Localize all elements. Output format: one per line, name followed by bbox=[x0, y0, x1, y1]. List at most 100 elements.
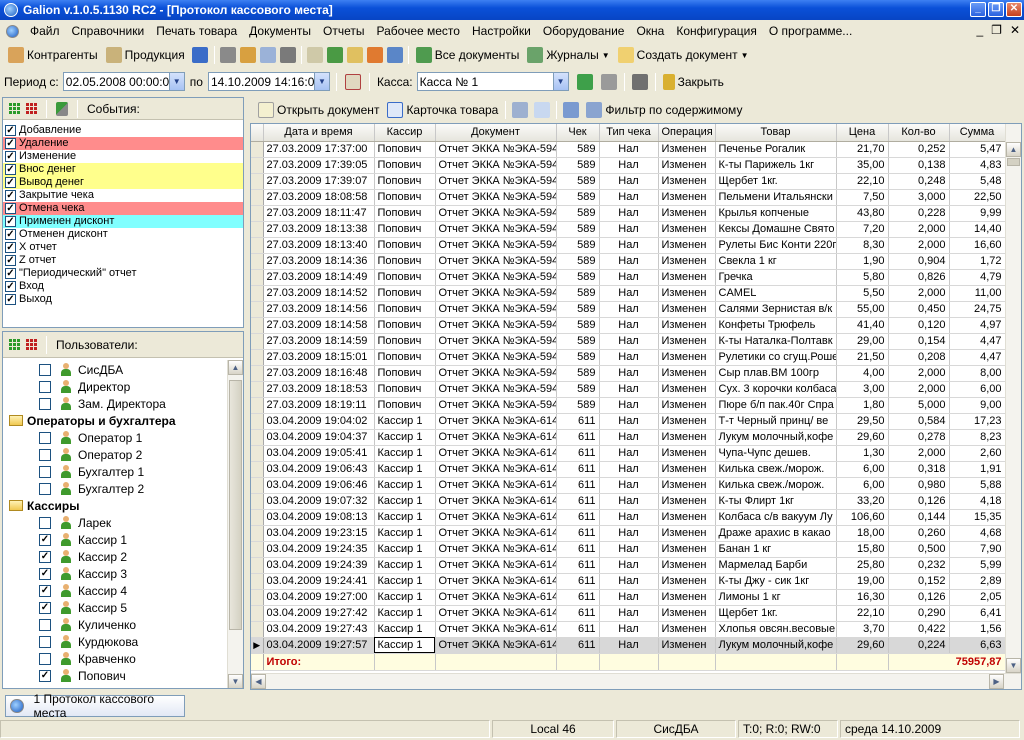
cell-receipt[interactable]: 589 bbox=[556, 205, 600, 222]
kassa-select[interactable]: Касса № 1 ▼ bbox=[416, 72, 569, 91]
pencil-icon[interactable] bbox=[239, 47, 256, 63]
home-icon[interactable] bbox=[366, 47, 383, 63]
cell-document[interactable]: Отчет ЭККА №ЭКА-594 bbox=[435, 189, 557, 206]
cell-datetime[interactable]: 27.03.2009 18:19:11 bbox=[263, 397, 375, 414]
close-button[interactable]: ✕ bbox=[1006, 2, 1022, 17]
cell-quantity[interactable]: 2,000 bbox=[888, 221, 950, 238]
cell-document[interactable]: Отчет ЭККА №ЭКА-614 bbox=[435, 445, 557, 462]
grid-horizontal-scrollbar[interactable]: ◀ ▶ bbox=[251, 673, 1021, 689]
cell-sum[interactable]: 14,40 bbox=[949, 221, 1006, 238]
cell-document[interactable]: Отчет ЭККА №ЭКА-614 bbox=[435, 477, 557, 494]
cell-receipt-type[interactable]: Нал bbox=[599, 413, 659, 430]
user-checkbox[interactable]: ✓ bbox=[39, 669, 51, 682]
cell-document[interactable]: Отчет ЭККА №ЭКА-594 bbox=[435, 269, 557, 286]
cell-product[interactable]: CAMEL bbox=[715, 285, 837, 302]
cell-receipt[interactable]: 589 bbox=[556, 237, 600, 254]
cell-product[interactable]: Щербет 1кг. bbox=[715, 173, 837, 190]
cell-price[interactable]: 1,30 bbox=[836, 445, 889, 462]
column-header-document[interactable]: Документ bbox=[435, 124, 557, 142]
scroll-down-button[interactable]: ▼ bbox=[1006, 658, 1021, 673]
all-documents-button[interactable]: Все документы bbox=[412, 44, 524, 66]
event-filter-item[interactable]: ✓ Z отчет bbox=[3, 254, 243, 267]
event-checkbox[interactable]: ✓ bbox=[5, 177, 16, 188]
cell-quantity[interactable]: 5,000 bbox=[888, 397, 950, 414]
cell-receipt-type[interactable]: Нал bbox=[599, 205, 659, 222]
date-from-field[interactable]: 02.05.2008 00:00:00 ▼ bbox=[62, 72, 185, 91]
table-row[interactable]: 27.03.2009 18:13:38 Попович Отчет ЭККА №ЭК… bbox=[251, 221, 1006, 238]
cell-document[interactable]: Отчет ЭККА №ЭКА-594 bbox=[435, 285, 557, 302]
cell-quantity[interactable]: 0,260 bbox=[888, 525, 950, 542]
cell-operation[interactable]: Изменен bbox=[658, 141, 716, 158]
user-item[interactable]: ✓ Попович bbox=[3, 667, 225, 684]
row-indicator[interactable] bbox=[251, 157, 264, 174]
cell-price[interactable]: 6,00 bbox=[836, 477, 889, 494]
user-checkbox[interactable] bbox=[39, 482, 51, 495]
restore-button[interactable]: ❐ bbox=[988, 2, 1004, 17]
cell-sum[interactable]: 2,05 bbox=[949, 589, 1006, 606]
cell-receipt-type[interactable]: Нал bbox=[599, 173, 659, 190]
cell-sum[interactable]: 8,23 bbox=[949, 429, 1006, 446]
edit-doc-icon[interactable] bbox=[346, 47, 363, 63]
trash-icon[interactable] bbox=[631, 73, 648, 90]
cell-datetime[interactable]: 03.04.2009 19:05:41 bbox=[263, 445, 375, 462]
cell-cashier[interactable]: Кассир 1 bbox=[374, 413, 436, 430]
cell-document[interactable]: Отчет ЭККА №ЭКА-594 bbox=[435, 253, 557, 270]
table-row[interactable]: 03.04.2009 19:24:39 Кассир 1 Отчет ЭККА №Э… bbox=[251, 557, 1006, 574]
cell-receipt[interactable]: 589 bbox=[556, 173, 600, 190]
cell-sum[interactable]: 9,99 bbox=[949, 205, 1006, 222]
cell-datetime[interactable]: 27.03.2009 18:08:58 bbox=[263, 189, 375, 206]
user-item[interactable]: Оператор 2 bbox=[3, 446, 225, 463]
table-row[interactable]: ▶ 03.04.2009 19:27:57 Кассир 1 Отчет ЭККА №… bbox=[251, 637, 1006, 654]
cell-price[interactable]: 29,50 bbox=[836, 413, 889, 430]
cell-receipt-type[interactable]: Нал bbox=[599, 509, 659, 526]
cell-sum[interactable]: 1,56 bbox=[949, 621, 1006, 638]
row-indicator[interactable] bbox=[251, 205, 264, 222]
search-icon[interactable] bbox=[512, 102, 529, 118]
deselect-all-icon[interactable] bbox=[26, 103, 37, 114]
row-indicator[interactable] bbox=[251, 237, 264, 254]
task-protocol-button[interactable]: 1 Протокол кассового места bbox=[5, 692, 185, 720]
cell-product[interactable]: Сыр плав.ВМ 100гр bbox=[715, 365, 837, 382]
cell-quantity[interactable]: 0,208 bbox=[888, 349, 950, 366]
cell-document[interactable]: Отчет ЭККА №ЭКА-594 bbox=[435, 221, 557, 238]
event-checkbox[interactable]: ✓ bbox=[5, 281, 16, 292]
cell-cashier[interactable]: Кассир 1 bbox=[374, 573, 436, 590]
cell-sum[interactable]: 9,00 bbox=[949, 397, 1006, 414]
print-icon[interactable] bbox=[600, 73, 617, 90]
cell-price[interactable]: 7,50 bbox=[836, 189, 889, 206]
menu-settings[interactable]: Настройки bbox=[466, 24, 537, 38]
cell-receipt[interactable]: 611 bbox=[556, 509, 600, 526]
cell-receipt-type[interactable]: Нал bbox=[599, 605, 659, 622]
cell-operation[interactable]: Изменен bbox=[658, 189, 716, 206]
table-row[interactable]: 27.03.2009 18:13:40 Попович Отчет ЭККА №ЭК… bbox=[251, 237, 1006, 254]
cell-price[interactable]: 41,40 bbox=[836, 317, 889, 334]
comment-icon[interactable] bbox=[534, 102, 551, 118]
cell-operation[interactable]: Изменен bbox=[658, 333, 716, 350]
user-checkbox[interactable]: ✓ bbox=[39, 601, 51, 614]
cell-sum[interactable]: 4,79 bbox=[949, 269, 1006, 286]
cell-quantity[interactable]: 0,126 bbox=[888, 493, 950, 510]
cell-cashier[interactable]: Попович bbox=[374, 365, 436, 382]
content-filter-button[interactable]: Фильтр по содержимому bbox=[582, 99, 746, 121]
event-filter-item[interactable]: ✓ X отчет bbox=[3, 241, 243, 254]
table-row[interactable]: 03.04.2009 19:06:43 Кассир 1 Отчет ЭККА №Э… bbox=[251, 461, 1006, 478]
refresh-icon[interactable] bbox=[576, 73, 593, 90]
cell-cashier[interactable]: Попович bbox=[374, 157, 436, 174]
user-checkbox[interactable] bbox=[39, 431, 51, 444]
table-row[interactable]: 27.03.2009 17:37:00 Попович Отчет ЭККА №ЭК… bbox=[251, 141, 1006, 158]
row-indicator[interactable] bbox=[251, 173, 264, 190]
table-row[interactable]: 27.03.2009 18:14:49 Попович Отчет ЭККА №ЭК… bbox=[251, 269, 1006, 286]
cell-datetime[interactable]: 03.04.2009 19:08:13 bbox=[263, 509, 375, 526]
cell-receipt-type[interactable]: Нал bbox=[599, 365, 659, 382]
cell-quantity[interactable]: 0,154 bbox=[888, 333, 950, 350]
cell-sum[interactable]: 2,89 bbox=[949, 573, 1006, 590]
table-row[interactable]: 03.04.2009 19:27:00 Кассир 1 Отчет ЭККА №Э… bbox=[251, 589, 1006, 606]
cell-document[interactable]: Отчет ЭККА №ЭКА-594 bbox=[435, 237, 557, 254]
cell-price[interactable]: 1,90 bbox=[836, 253, 889, 270]
table-row[interactable]: 27.03.2009 17:39:05 Попович Отчет ЭККА №ЭК… bbox=[251, 157, 1006, 174]
cell-datetime[interactable]: 03.04.2009 19:23:15 bbox=[263, 525, 375, 542]
table-row[interactable]: 03.04.2009 19:27:43 Кассир 1 Отчет ЭККА №Э… bbox=[251, 621, 1006, 638]
mdi-restore-button[interactable]: ❐ bbox=[991, 23, 1002, 37]
money-icon[interactable] bbox=[326, 47, 343, 63]
cell-datetime[interactable]: 03.04.2009 19:27:43 bbox=[263, 621, 375, 638]
